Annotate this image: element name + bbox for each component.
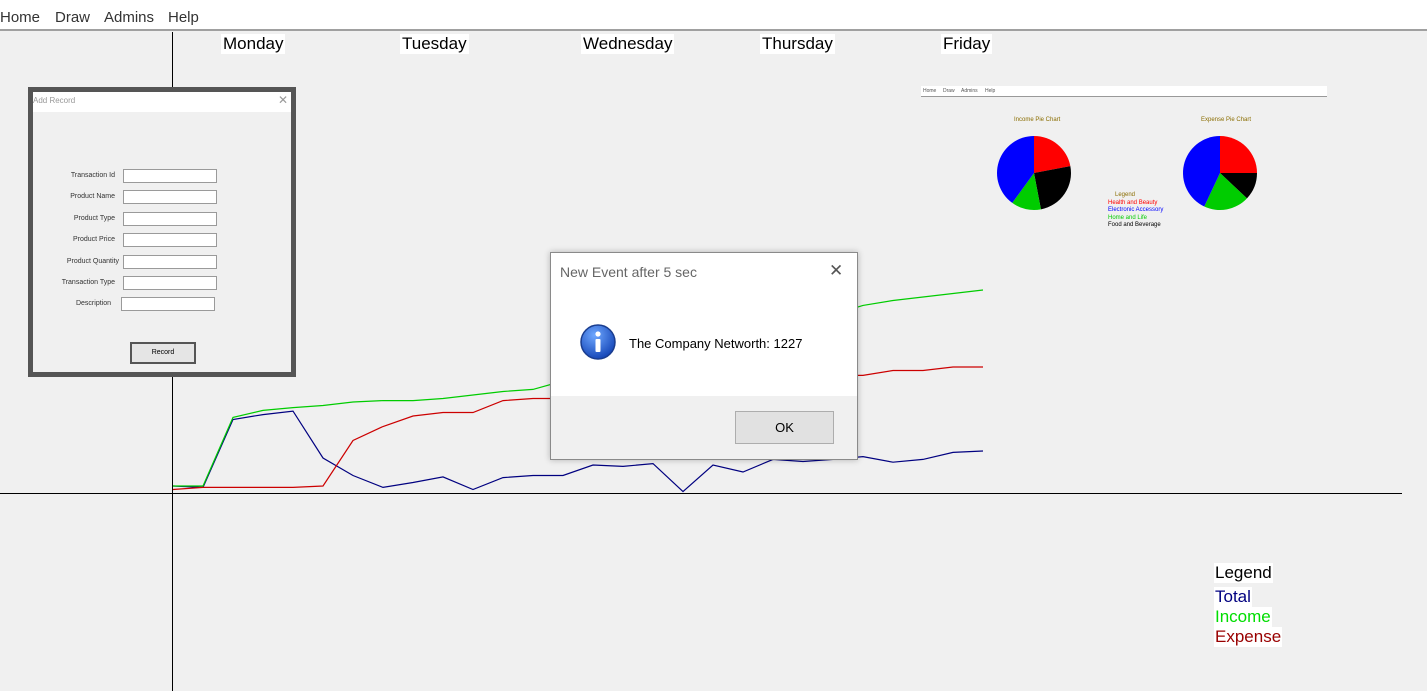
event-dialog: New Event after 5 sec ✕ The Company Netw… xyxy=(550,252,858,460)
pie-legend-title: Legend xyxy=(1115,192,1136,198)
close-icon[interactable]: ✕ xyxy=(278,93,288,107)
add-record-title: Add Record xyxy=(33,96,76,105)
income-pie xyxy=(997,136,1071,210)
mini-menu-admins: Admins xyxy=(961,88,978,94)
product-type-input[interactable] xyxy=(123,212,217,226)
add-record-titlebar: Add Record ✕ xyxy=(33,92,291,112)
description-input[interactable] xyxy=(121,297,215,311)
mini-menu-home: Home xyxy=(923,88,937,94)
info-icon xyxy=(580,324,616,360)
label-product-name: Product Name xyxy=(70,193,115,200)
mini-menu-draw: Draw xyxy=(943,88,955,94)
label-description: Description xyxy=(75,300,111,307)
record-button[interactable]: Record xyxy=(130,342,196,364)
expense-pie xyxy=(1183,136,1257,210)
dialog-message: The Company Networth: 1227 xyxy=(629,336,803,351)
legend-expense: Expense xyxy=(1214,627,1283,647)
pie-legend-health: Health and Beauty xyxy=(1108,199,1158,206)
pie-legend: Legend Health and Beauty Electronic Acce… xyxy=(1108,192,1163,230)
label-product-type: Product Type xyxy=(73,215,115,222)
product-quantity-input[interactable] xyxy=(123,255,217,269)
close-icon[interactable]: ✕ xyxy=(829,261,843,281)
income-pie-title: Income Pie Chart xyxy=(1014,117,1061,123)
add-record-window: Add Record ✕ Transaction Id Product Name… xyxy=(28,87,296,377)
label-transaction-type: Transaction Type xyxy=(61,279,115,286)
label-transaction-id: Transaction Id xyxy=(70,172,115,179)
transaction-id-input[interactable] xyxy=(123,169,217,183)
mini-menu-help: Help xyxy=(985,88,996,94)
product-price-input[interactable] xyxy=(123,233,217,247)
ok-button[interactable]: OK xyxy=(735,411,834,444)
transaction-type-input[interactable] xyxy=(123,276,217,290)
legend-income: Income xyxy=(1214,607,1272,627)
legend-title: Legend xyxy=(1214,563,1273,583)
mini-menu-bar: Home Draw Admins Help xyxy=(921,86,1327,97)
expense-pie-slice-health-and-beauty xyxy=(1220,136,1257,173)
label-product-quantity: Product Quantity xyxy=(66,258,119,265)
legend-total: Total xyxy=(1214,587,1252,607)
product-name-input[interactable] xyxy=(123,190,217,204)
label-product-price: Product Price xyxy=(72,236,115,243)
pie-legend-home: Home and Life xyxy=(1108,214,1148,221)
pie-legend-electronic: Electronic Accessory xyxy=(1108,207,1164,213)
pie-legend-food: Food and Beverage xyxy=(1108,222,1161,228)
expense-pie-title: Expense Pie Chart xyxy=(1201,117,1252,123)
dialog-footer: OK xyxy=(551,396,857,459)
dialog-title: New Event after 5 sec xyxy=(560,264,697,280)
